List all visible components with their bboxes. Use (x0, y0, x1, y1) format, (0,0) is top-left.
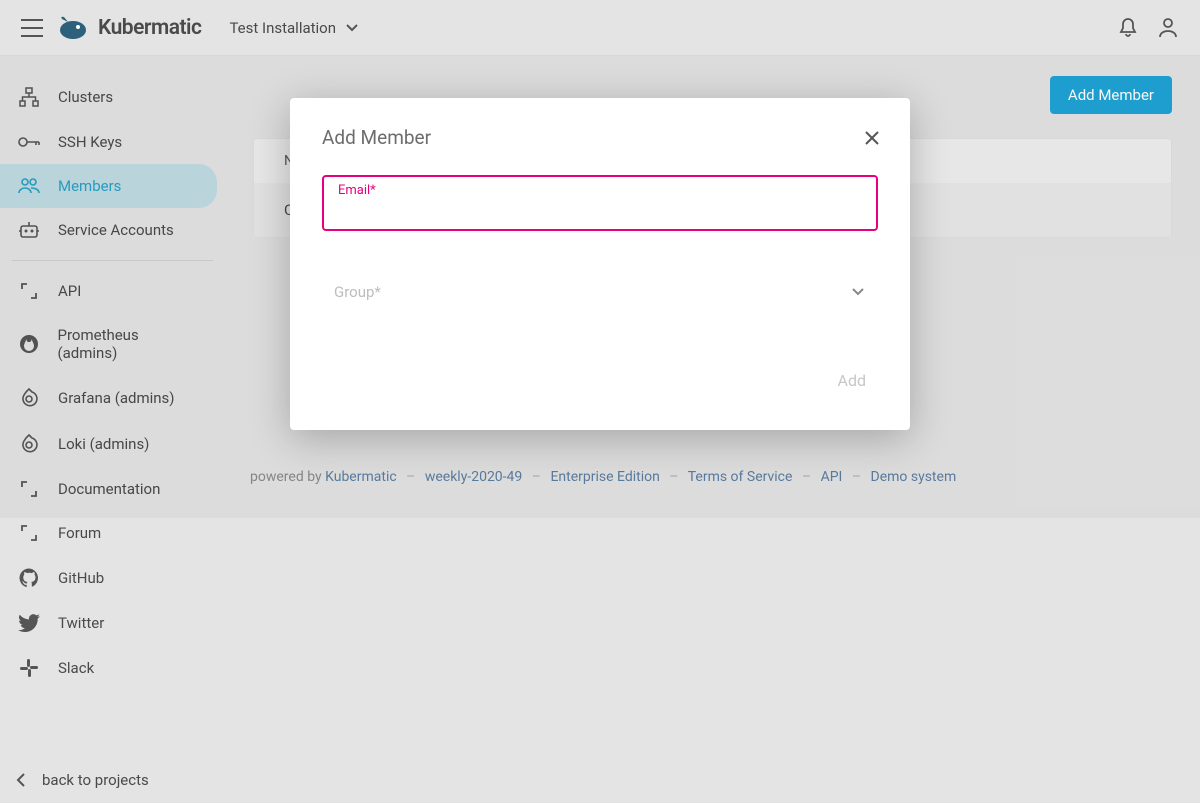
sidebar-link-github[interactable]: GitHub (0, 555, 217, 601)
modal-add-button[interactable]: Add (826, 363, 878, 398)
sidebar-item-ssh-keys[interactable]: SSH Keys (0, 120, 217, 164)
sidebar-item-members[interactable]: Members (0, 164, 217, 208)
sidebar-item-clusters[interactable]: Clusters (0, 74, 217, 120)
people-icon (18, 178, 40, 194)
brand[interactable]: Kubermatic (56, 14, 201, 42)
user-menu-button[interactable] (1148, 8, 1188, 48)
footer-tos-link[interactable]: Terms of Service (688, 469, 793, 485)
brand-name: Kubermatic (98, 16, 201, 40)
sidebar-link-label: Grafana (admins) (58, 389, 175, 407)
sidebar-link-label: Documentation (58, 480, 160, 498)
footer-edition-link[interactable]: Enterprise Edition (550, 469, 659, 485)
sidebar-item-label: Clusters (58, 88, 113, 106)
sidebar-link-prometheus[interactable]: Prometheus (admins) (0, 313, 217, 375)
email-field-wrapper: Email* (322, 175, 878, 231)
sidebar-link-label: Twitter (58, 614, 104, 632)
project-selector[interactable]: Test Installation (229, 19, 358, 37)
email-input[interactable]: Email* (322, 175, 878, 231)
grafana-icon (19, 388, 39, 408)
footer-demo-link[interactable]: Demo system (871, 469, 957, 485)
sidebar-item-label: Members (58, 177, 121, 195)
modal-title: Add Member (322, 126, 878, 149)
sidebar-link-label: API (58, 282, 81, 300)
sidebar-link-api[interactable]: API (0, 269, 217, 313)
github-icon (19, 568, 39, 588)
sidebar-item-label: Service Accounts (58, 221, 174, 239)
notifications-button[interactable] (1108, 8, 1148, 48)
footer: powered by Kubermatic – weekly-2020-49 –… (250, 469, 1200, 485)
user-icon (1158, 17, 1178, 39)
group-label: Group* (334, 283, 381, 301)
footer-api-link[interactable]: API (821, 469, 843, 485)
sidebar-link-forum[interactable]: Forum (0, 511, 217, 555)
sidebar-link-label: Slack (58, 659, 94, 677)
kubermatic-logo-icon (56, 14, 90, 42)
add-member-button[interactable]: Add Member (1050, 76, 1172, 114)
add-member-modal: Add Member Email* Group* Add (290, 98, 910, 430)
sidebar-link-label: Forum (58, 524, 101, 542)
expand-icon (20, 282, 38, 300)
key-icon (18, 136, 40, 148)
prometheus-icon (19, 334, 39, 354)
bell-icon (1118, 17, 1138, 39)
sidebar-divider (12, 260, 213, 261)
expand-icon (20, 480, 38, 498)
sidebar-link-label: GitHub (58, 569, 104, 587)
sidebar-item-label: SSH Keys (58, 133, 122, 151)
modal-close-button[interactable] (858, 124, 886, 152)
sidebar-link-label: Prometheus (admins) (58, 326, 200, 362)
email-label: Email* (334, 183, 380, 198)
slack-icon (19, 658, 39, 678)
sidebar-link-slack[interactable]: Slack (0, 645, 217, 691)
chevron-down-icon (852, 288, 864, 296)
hierarchy-icon (19, 87, 39, 107)
back-label: back to projects (42, 771, 149, 789)
sidebar: Clusters SSH Keys Members Service Accoun… (0, 56, 225, 803)
sidebar-link-grafana[interactable]: Grafana (admins) (0, 375, 217, 421)
footer-kubermatic-link[interactable]: Kubermatic (325, 469, 397, 485)
robot-icon (18, 221, 40, 239)
chevron-down-icon (346, 24, 358, 32)
powered-by-prefix: powered by (250, 469, 325, 485)
hamburger-icon (21, 19, 43, 37)
close-icon (864, 130, 880, 146)
footer-version-link[interactable]: weekly-2020-49 (425, 469, 522, 485)
sidebar-link-loki[interactable]: Loki (admins) (0, 421, 217, 467)
expand-icon (20, 524, 38, 542)
back-to-projects[interactable]: back to projects (0, 757, 225, 803)
group-select[interactable]: Group* (322, 283, 878, 309)
project-name: Test Installation (229, 19, 336, 37)
sidebar-link-twitter[interactable]: Twitter (0, 601, 217, 645)
sidebar-link-documentation[interactable]: Documentation (0, 467, 217, 511)
sidebar-link-label: Loki (admins) (58, 435, 149, 453)
twitter-icon (18, 614, 40, 632)
chevron-left-icon (16, 773, 26, 787)
menu-button[interactable] (12, 8, 52, 48)
sidebar-item-service-accounts[interactable]: Service Accounts (0, 208, 217, 252)
top-bar: Kubermatic Test Installation (0, 0, 1200, 56)
grafana-icon (19, 434, 39, 454)
